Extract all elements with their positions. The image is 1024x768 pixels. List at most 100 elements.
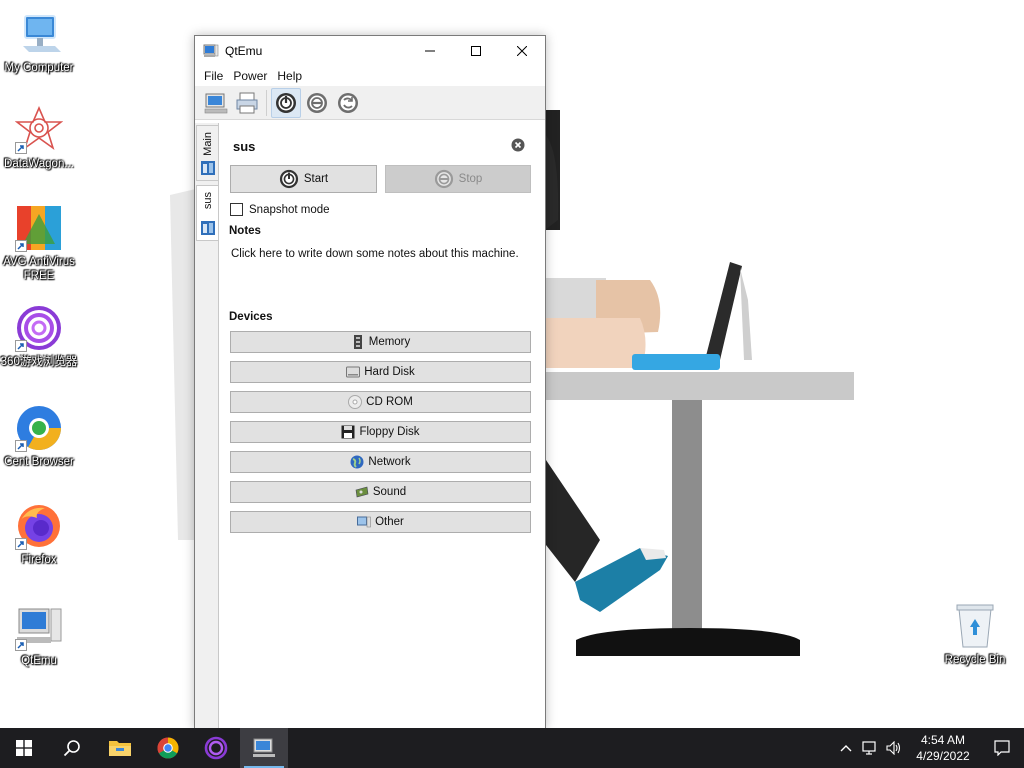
maximize-icon — [471, 46, 481, 56]
device-label: Network — [368, 456, 411, 468]
start-label: Start — [303, 173, 329, 185]
network-tray-button[interactable] — [858, 728, 882, 768]
network-icon — [862, 741, 876, 755]
shortcut-arrow-icon — [15, 639, 27, 651]
network-globe-icon — [350, 455, 364, 469]
machine-icon — [201, 221, 215, 235]
title-bar[interactable]: QtEmu — [195, 36, 545, 66]
machine-icon — [201, 161, 215, 175]
close-icon — [517, 46, 527, 56]
qtemu-icon — [253, 738, 275, 757]
clock[interactable]: 4:54 AM 4/29/2022 — [906, 732, 980, 764]
stop-button[interactable]: Stop — [385, 165, 531, 193]
maximize-button[interactable] — [453, 36, 499, 66]
window-title: QtEmu — [225, 44, 263, 58]
device-label: Other — [375, 516, 404, 528]
close-window-button[interactable] — [499, 36, 545, 66]
device-hard-disk-button[interactable]: Hard Disk — [230, 361, 531, 383]
firefox-icon — [15, 502, 63, 550]
printer-icon — [236, 92, 258, 113]
action-center-button[interactable] — [980, 728, 1024, 768]
chevron-up-icon — [840, 745, 852, 752]
notification-icon — [994, 740, 1010, 756]
desktop-icon-recycle-bin[interactable]: Recycle Bin — [936, 602, 1014, 667]
desktop-icon-label: DataWagon... — [4, 158, 74, 170]
toolbar-separator — [266, 89, 267, 116]
clock-time: 4:54 AM — [920, 733, 966, 747]
close-machine-icon[interactable] — [511, 138, 525, 152]
device-cd-rom-button[interactable]: CD ROM — [230, 391, 531, 413]
desktop-icon-my-computer[interactable]: My Computer — [0, 10, 78, 75]
desktop-icon-label: Recycle Bin — [944, 654, 1006, 666]
toolbar — [195, 86, 545, 120]
search-icon — [63, 740, 80, 757]
restart-button[interactable] — [333, 88, 363, 118]
speaker-icon — [886, 741, 901, 755]
desktop-icon-avg[interactable]: AVG AntiVirus FREE — [0, 204, 78, 283]
show-hidden-icons-button[interactable] — [834, 728, 858, 768]
machine-panel: sus Start Stop Snapshot mode Notes Click… — [219, 123, 545, 728]
desktop-icon-datawagon[interactable]: DataWagon... — [0, 106, 78, 171]
memory-icon — [351, 335, 365, 349]
floppy-disk-icon — [341, 425, 355, 439]
clock-date: 4/29/2022 — [916, 749, 970, 763]
taskbar-chrome[interactable] — [144, 728, 192, 768]
tab-sus[interactable]: sus — [196, 185, 218, 241]
device-sound-button[interactable]: Sound — [230, 481, 531, 503]
360-browser-icon — [204, 736, 228, 760]
new-machine-button[interactable] — [201, 88, 231, 118]
qtemu-window: QtEmu File Power Help Main sus sus Start… — [194, 35, 546, 729]
machine-name: sus — [233, 139, 256, 154]
power-on-icon — [279, 169, 298, 189]
start-button-taskbar[interactable] — [0, 728, 48, 768]
device-label: Memory — [368, 336, 411, 348]
minimize-icon — [425, 50, 435, 52]
hard-disk-icon — [346, 365, 361, 379]
power-off-icon — [307, 92, 327, 113]
desktop-icon-label: Cent Browser — [4, 456, 74, 468]
taskbar-file-explorer[interactable] — [96, 728, 144, 768]
360-browser-icon — [15, 304, 63, 352]
machine-settings-button[interactable] — [232, 88, 262, 118]
shortcut-arrow-icon — [15, 440, 27, 452]
taskbar-360-browser[interactable] — [192, 728, 240, 768]
power-stop-button[interactable] — [302, 88, 332, 118]
device-network-button[interactable]: Network — [230, 451, 531, 473]
device-other-button[interactable]: Other — [230, 511, 531, 533]
taskbar-qtemu[interactable] — [240, 728, 288, 768]
snapshot-mode-checkbox[interactable]: Snapshot mode — [230, 203, 330, 216]
device-floppy-disk-button[interactable]: Floppy Disk — [230, 421, 531, 443]
start-button[interactable]: Start — [230, 165, 377, 193]
side-tab-bar: Main sus — [195, 123, 219, 728]
desktop-icon-qtemu[interactable]: QtEmu — [0, 603, 78, 668]
device-label: CD ROM — [366, 396, 413, 408]
desktop-icon-cent-browser[interactable]: Cent Browser — [0, 404, 78, 469]
file-explorer-icon — [109, 741, 131, 756]
menu-help[interactable]: Help — [272, 66, 307, 86]
power-start-button[interactable] — [271, 87, 301, 118]
checkbox-box[interactable] — [230, 203, 243, 216]
desktop-icon-label: 360游戏浏览器 — [0, 356, 78, 368]
tab-main[interactable]: Main — [196, 125, 218, 181]
desktop-icon-firefox[interactable]: Firefox — [0, 502, 78, 567]
desktop-icon-360-browser[interactable]: 360游戏浏览器 — [0, 304, 78, 369]
volume-tray-button[interactable] — [882, 728, 906, 768]
minimize-button[interactable] — [407, 36, 453, 66]
restart-icon — [338, 92, 358, 113]
tab-main-label: Main — [202, 132, 214, 156]
stop-label: Stop — [458, 173, 483, 185]
menu-power[interactable]: Power — [228, 66, 272, 86]
shortcut-arrow-icon — [15, 240, 27, 252]
menu-file[interactable]: File — [199, 66, 228, 86]
search-button[interactable] — [48, 728, 96, 768]
notes-heading: Notes — [229, 225, 261, 237]
computer-icon — [15, 10, 63, 58]
notes-field[interactable]: Click here to write down some notes abou… — [231, 248, 519, 260]
shortcut-arrow-icon — [15, 340, 27, 352]
datawagon-icon — [15, 106, 63, 154]
shortcut-arrow-icon — [15, 538, 27, 550]
power-off-icon — [434, 169, 453, 189]
snapshot-mode-label: Snapshot mode — [249, 203, 330, 216]
device-memory-button[interactable]: Memory — [230, 331, 531, 353]
avg-icon — [15, 204, 63, 252]
